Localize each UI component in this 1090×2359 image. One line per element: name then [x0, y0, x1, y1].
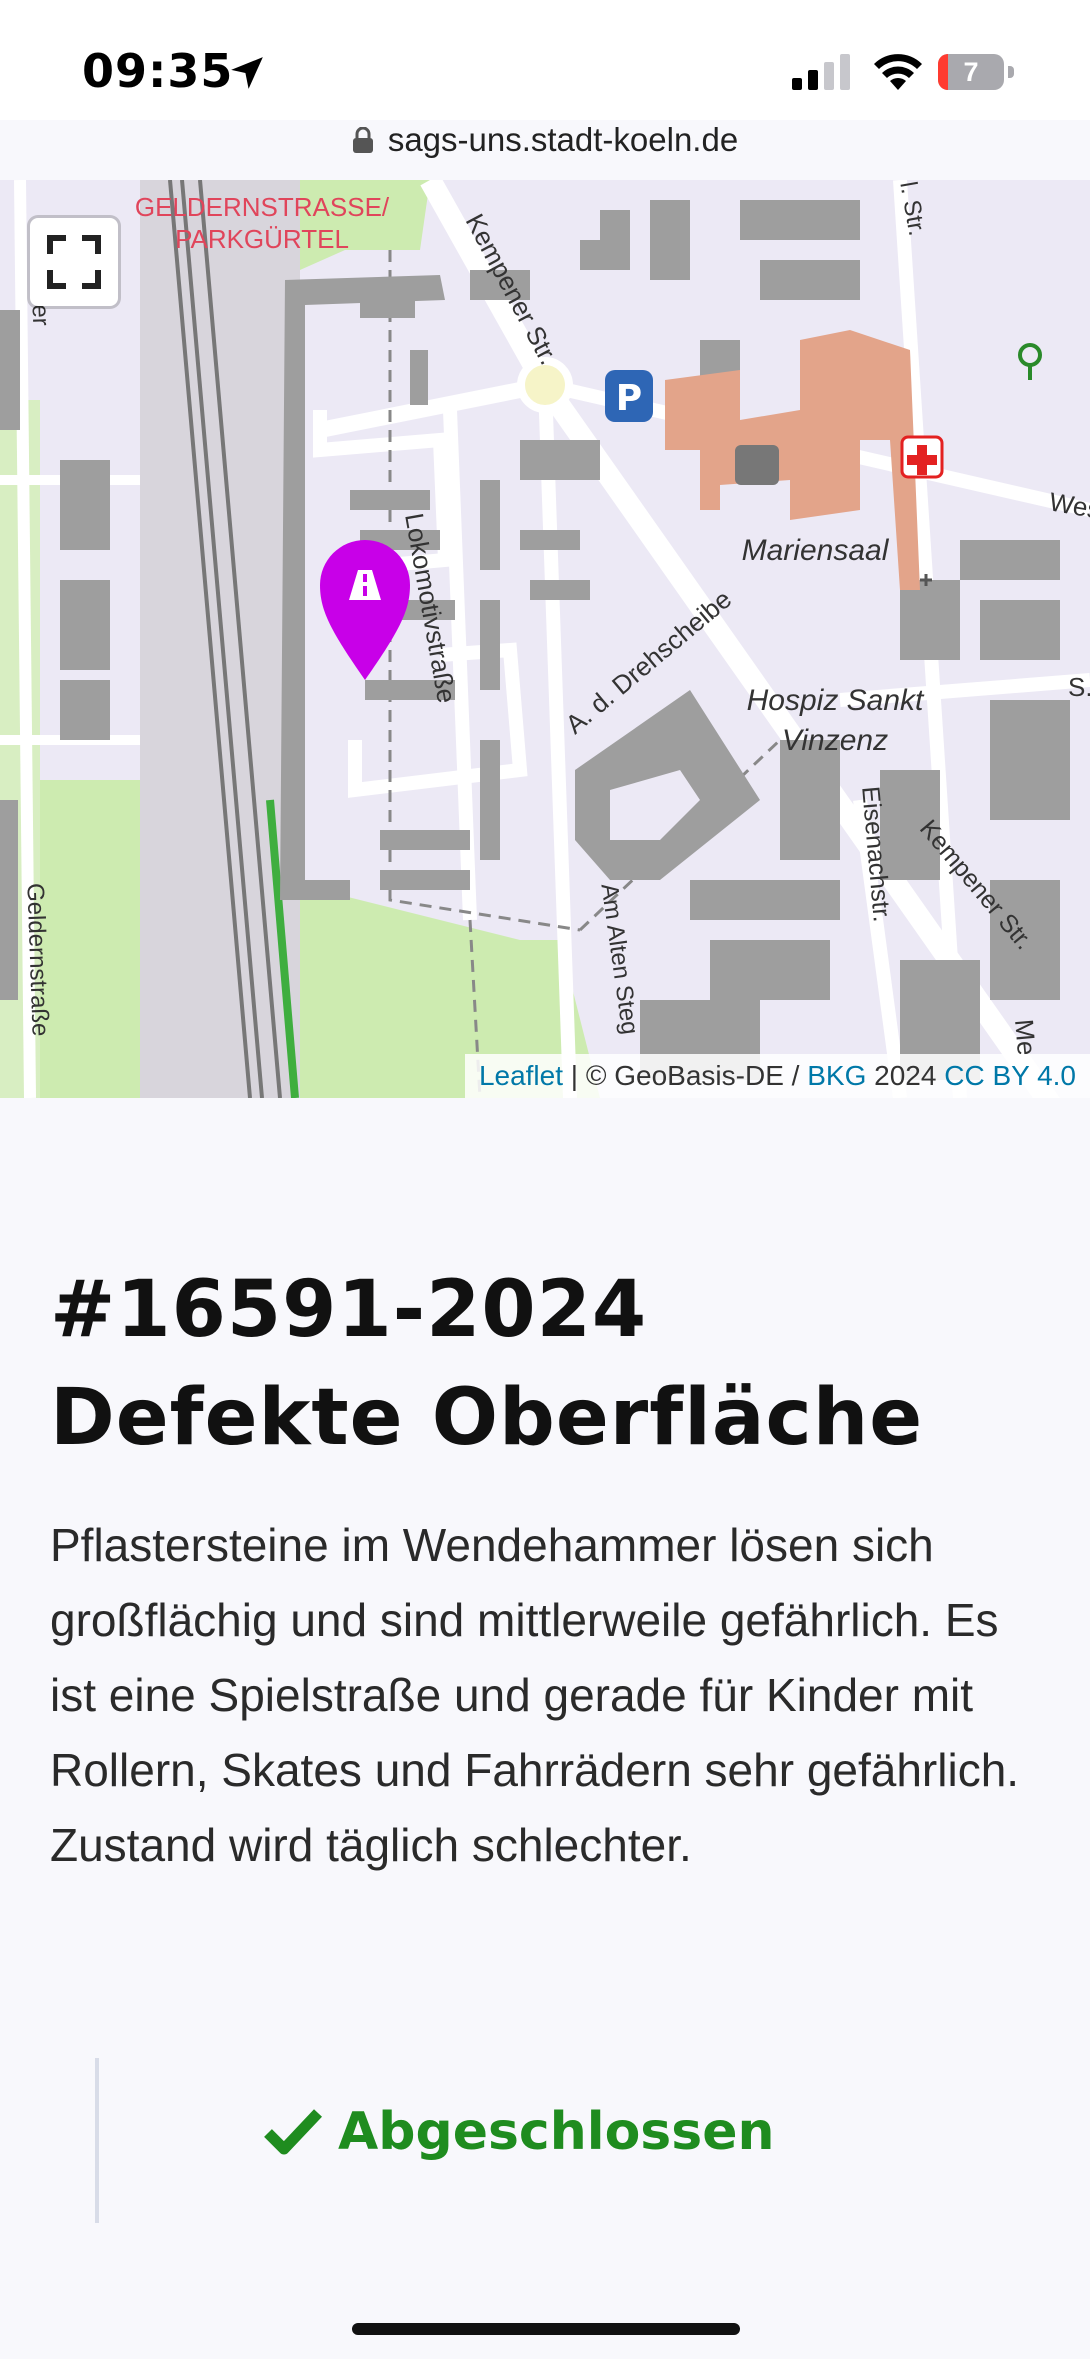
tree-icon [1018, 343, 1042, 367]
svg-text:P: P [616, 378, 642, 419]
status-block: Abgeschlossen [95, 2058, 999, 2223]
map-label-geldernstrasse: Geldernstraße [21, 883, 53, 1037]
wifi-icon [874, 54, 922, 90]
fullscreen-icon [47, 235, 101, 289]
status-time: 09:35 [82, 44, 234, 98]
map-label-hospiz-2: Vinzenz [782, 724, 888, 757]
checkmark-icon [264, 2109, 322, 2155]
fullscreen-button[interactable] [30, 218, 118, 306]
map-label-wes: Wes [1047, 486, 1090, 524]
map-label-area-2: PARKGÜRTEL [175, 224, 349, 254]
bkg-link[interactable]: BKG [807, 1060, 866, 1091]
battery-level: 7 [963, 57, 979, 87]
map-label-am-alten-steg: Am Alten Steg [595, 882, 643, 1036]
status-badge: Abgeschlossen [264, 2102, 775, 2162]
road-marker-icon[interactable] [320, 540, 410, 680]
report-title: Defekte Oberfläche [50, 1373, 924, 1463]
map-label-mariensaal: Mariensaal [742, 534, 890, 567]
status-text: Abgeschlossen [338, 2102, 775, 2162]
cellular-signal-icon [792, 54, 850, 90]
report-id: #16591-2024 [50, 1265, 648, 1355]
map-attribution: Leaflet | © GeoBasis-DE / BKG 2024 CC BY… [464, 1054, 1090, 1098]
url-text: sags-uns.stadt-koeln.de [387, 121, 739, 158]
battery-icon: 7 [938, 54, 1016, 92]
license-link[interactable]: CC BY 4.0 [944, 1060, 1076, 1091]
helipad-icon [735, 445, 779, 485]
map-label-area-1: GELDERNSTRASSE/ [135, 192, 390, 222]
location-arrow-icon [231, 57, 263, 89]
url-bar[interactable]: sags-uns.stadt-koeln.de [0, 112, 1090, 168]
attribution-year: 2024 [866, 1060, 945, 1091]
leaflet-link[interactable]: Leaflet [479, 1060, 563, 1091]
report-description: Pflastersteine im Wendehammer lösen sich… [50, 1519, 1020, 1871]
map-label-hospiz-1: Hospiz Sankt [747, 684, 925, 717]
report-content: #16591-2024 Defekte Oberfläche Pflasters… [0, 1098, 1090, 2359]
map-label-s: S. [1068, 672, 1090, 702]
report-title-block: #16591-2024 Defekte Oberfläche [50, 1256, 1050, 1472]
map-label-me: Me [1009, 1018, 1042, 1057]
attribution-separator: | © GeoBasis-DE / [563, 1060, 808, 1091]
status-bar: 09:35 7 sags-uns.stadt-koeln.de [0, 0, 1090, 158]
lock-icon [352, 127, 373, 153]
home-indicator[interactable] [352, 2323, 740, 2335]
map-canvas: P GELDERNSTRASSE/ PARKGÜRTEL Kempener St… [0, 180, 1090, 1098]
map-label-drehscheibe: A. d. Drehscheibe [560, 584, 738, 740]
map[interactable]: P GELDERNSTRASSE/ PARKGÜRTEL Kempener St… [0, 180, 1090, 1098]
